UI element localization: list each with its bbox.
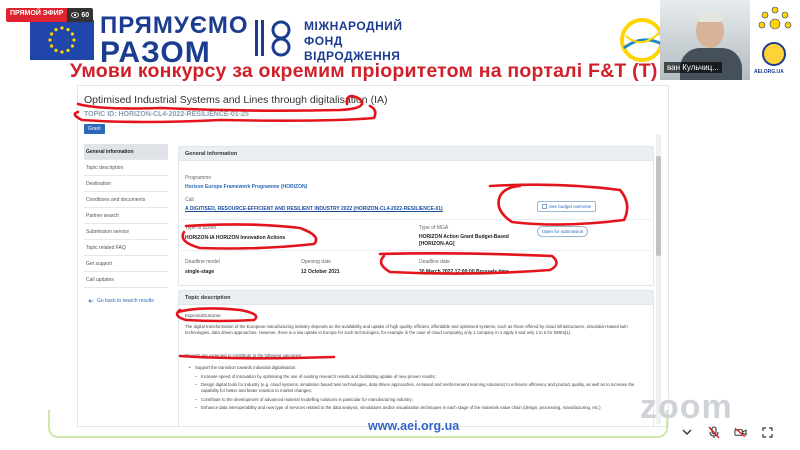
grant-tag-button[interactable]: Grant (84, 124, 105, 134)
budget-icon (542, 204, 547, 209)
see-budget-overview-button[interactable]: See budget overview (537, 201, 597, 212)
viewer-count-value: 60 (81, 11, 90, 19)
menu-item-general-information[interactable]: General information (84, 144, 168, 160)
back-arrow-icon (88, 299, 93, 303)
viewer-count: 60 (67, 8, 94, 22)
menu-item-conditions[interactable]: Conditions and documents (84, 192, 168, 208)
funding-portal-screenshot: Optimised Industrial Systems and Lines t… (78, 86, 668, 426)
type-of-mga-value-1: HORIZON Action Grant Budget-Based (419, 234, 509, 240)
horizon-badge-icon (762, 42, 786, 66)
list-item: Support the transition towards industria… (189, 365, 649, 371)
menu-item-partner-search[interactable]: Partner search (84, 208, 168, 224)
eye-icon (71, 12, 80, 18)
site-url: www.aei.org.ua (368, 419, 460, 433)
general-information-section: General information Programme Horizon Eu… (178, 146, 654, 286)
menu-item-topic-description[interactable]: Topic description (84, 160, 168, 176)
horizon-panel: AEI.ORG.UA (750, 0, 800, 80)
foundation-logo-icon (254, 18, 294, 58)
horizon-stars-icon (758, 6, 792, 30)
portal-scrollbar-thumb[interactable] (656, 156, 661, 256)
divider (181, 250, 651, 251)
call-value-link[interactable]: A DIGITISED, RESOURCE-EFFICIENT AND RESI… (185, 206, 443, 212)
back-to-search-link[interactable]: Go back to search results (88, 298, 154, 304)
menu-item-faq[interactable]: Topic related FAQ (84, 240, 168, 256)
foundation-line-1: МІЖНАРОДНИЙ (304, 19, 403, 33)
deadline-model-label: Deadline model (185, 259, 220, 265)
participant-name: ван Кульчиц... (664, 62, 722, 73)
participant-hair (698, 12, 722, 22)
horizon-label: AEI.ORG.UA (754, 69, 784, 75)
participant-video-tile[interactable]: ван Кульчиц... (660, 0, 750, 80)
zoom-watermark: zoom (640, 388, 733, 426)
menu-item-get-support[interactable]: Get support (84, 256, 168, 272)
topic-title: Optimised Industrial Systems and Lines t… (84, 94, 388, 106)
menu-item-submission-service[interactable]: Submission service (84, 224, 168, 240)
outcomes-list: Support the transition towards industria… (189, 365, 649, 414)
see-budget-overview-label: See budget overview (549, 204, 592, 209)
deadline-date-value: 30 March 2022 17:00:00 Brussels time (419, 269, 509, 275)
portal-scrollbar[interactable] (656, 134, 661, 424)
type-of-action-value: HORIZON-IA HORIZON Innovation Actions (185, 235, 286, 241)
eu-flag-icon (30, 20, 94, 60)
programme-value[interactable]: Horizon Europe Framework Programme (HORI… (185, 184, 307, 190)
topic-description-section: Topic description ExpectedOutcome: The d… (178, 290, 654, 426)
list-item: Increase speed of innovation by optimisi… (189, 374, 649, 380)
back-link-label: Go back to search results (97, 298, 154, 304)
topic-description-heading: Topic description (179, 291, 653, 305)
live-label: ПРЯМОЙ ЭФИР (6, 8, 68, 22)
divider (181, 219, 651, 220)
expected-outcome-label: ExpectedOutcome: (185, 313, 222, 318)
type-of-action-label: Type of action (185, 225, 217, 231)
opening-date-value: 12 October 2021 (301, 269, 340, 275)
type-of-mga-label: Type of MGA (419, 225, 449, 231)
general-information-heading: General information (179, 147, 653, 161)
list-item: Design digital tools for industry (e.g. … (189, 382, 649, 394)
slide-bottom-frame (48, 410, 668, 438)
camera-off-icon[interactable] (734, 426, 747, 439)
type-of-mga-value-2: [HORIZON-AG] (419, 241, 455, 247)
fullscreen-icon[interactable] (761, 426, 774, 439)
foundation-name: МІЖНАРОДНИЙ ФОНД ВІДРОДЖЕННЯ (304, 19, 403, 64)
slide-headline: Умови конкурсу за окремим пріоритетом на… (70, 60, 658, 82)
programme-label: Programme (185, 175, 212, 181)
meeting-controls (680, 426, 774, 439)
opening-date-label: Opening date (301, 259, 332, 265)
logo-line-1: ПРЯМУЄМО (100, 12, 249, 39)
menu-item-call-updates[interactable]: Call updates (84, 272, 168, 288)
expand-chevron-icon[interactable] (680, 426, 693, 439)
deadline-model-value: single-stage (185, 269, 215, 275)
menu-item-destination[interactable]: Destination (84, 176, 168, 192)
open-for-submission-button[interactable]: Open for submission (537, 226, 589, 237)
expected-outcome-paragraph: The digital transformation of the Europe… (185, 324, 628, 336)
topic-id: TOPIC ID: HORIZON-CL4-2022-RESILIENCE-01… (84, 111, 249, 118)
mic-muted-icon[interactable] (707, 426, 720, 439)
live-badge: ПРЯМОЙ ЭФИР 60 (6, 8, 94, 22)
foundation-line-2: ФОНД (304, 34, 343, 48)
topic-side-menu: General information Topic description De… (84, 144, 168, 288)
call-label: Call (185, 197, 194, 203)
deadline-date-label: Deadline date (419, 259, 450, 265)
projects-outcomes-label: Projects are expected to contribute to t… (185, 353, 303, 358)
list-item: Contribute to the development of advance… (189, 397, 649, 403)
